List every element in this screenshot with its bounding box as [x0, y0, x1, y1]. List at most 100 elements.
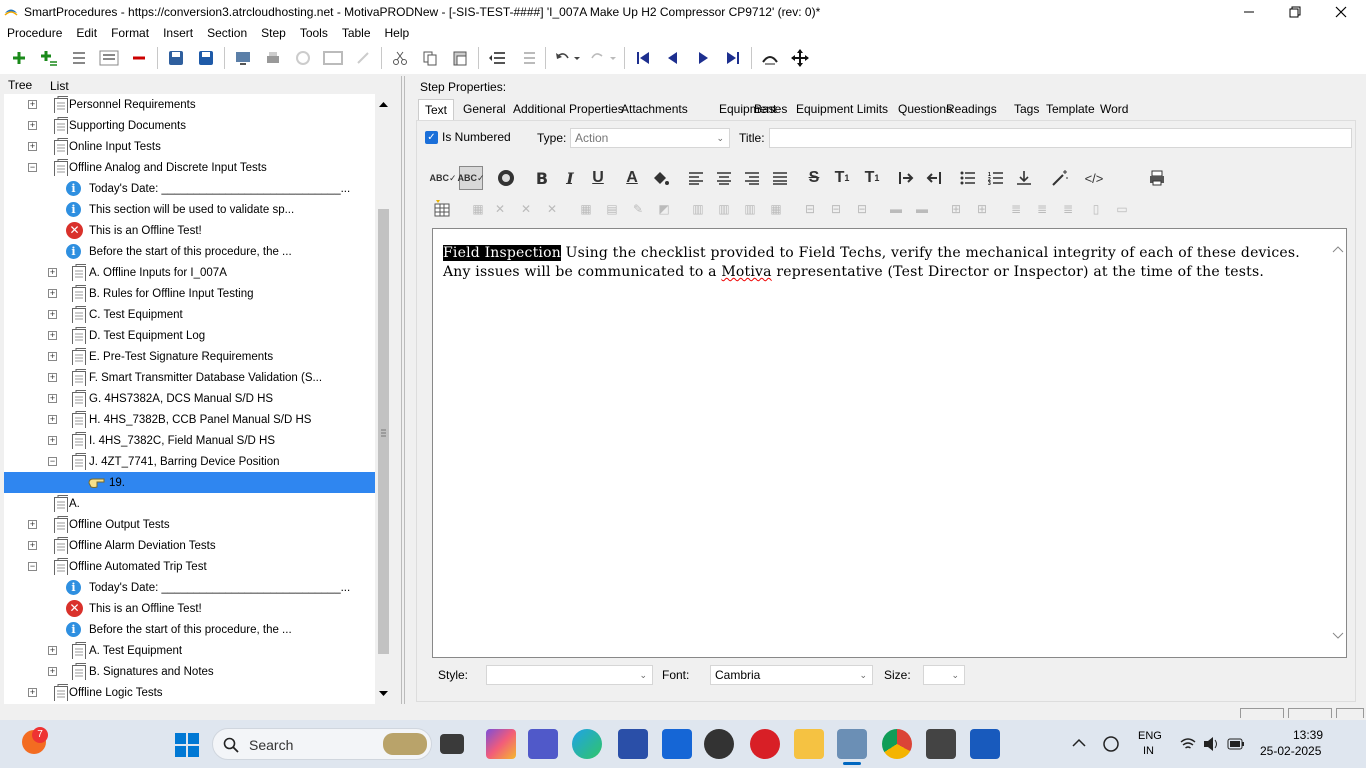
misspelled-word[interactable]: Motiva [721, 264, 771, 280]
expand-icon[interactable]: + [48, 373, 57, 382]
dell-icon[interactable] [704, 729, 734, 759]
outdent-button[interactable] [482, 45, 512, 71]
tab-tree[interactable]: Tree [4, 78, 36, 92]
superscript-icon[interactable]: T1 [830, 166, 854, 190]
opera-icon[interactable] [750, 729, 780, 759]
move-button[interactable] [785, 45, 815, 71]
tree-node[interactable]: + G. 4HS7382A, DCS Manual S/D HS [4, 388, 375, 409]
menu-help[interactable]: Help [378, 26, 417, 40]
tree-node[interactable]: 19. [4, 472, 375, 493]
menu-format[interactable]: Format [104, 26, 156, 40]
tree-node[interactable]: + D. Test Equipment Log [4, 325, 375, 346]
align-center-icon[interactable] [712, 166, 736, 190]
tree-node[interactable]: + E. Pre-Test Signature Requirements [4, 346, 375, 367]
tab-equipment-limits[interactable]: Equipment Limits [790, 99, 894, 120]
tree-node[interactable]: ✕ This is an Offline Test! [4, 220, 375, 241]
expand-icon[interactable]: + [28, 142, 37, 151]
save-button[interactable] [161, 45, 191, 71]
tree-node[interactable]: ✕ This is an Offline Test! [4, 598, 375, 619]
magic-wand-icon[interactable] [1048, 166, 1072, 190]
copy-button[interactable] [415, 45, 445, 71]
windows-start-icon[interactable] [175, 733, 199, 757]
expand-icon[interactable]: + [28, 100, 37, 109]
tree-node[interactable]: + A. Test Equipment [4, 640, 375, 661]
add-child-button[interactable] [34, 45, 64, 71]
word-icon[interactable] [970, 729, 1000, 759]
first-button[interactable] [628, 45, 658, 71]
tree-node[interactable]: i Before the start of this procedure, the… [4, 619, 375, 640]
redo-button[interactable] [585, 45, 621, 71]
align-left-icon[interactable] [684, 166, 708, 190]
menu-insert[interactable]: Insert [156, 26, 200, 40]
expand-icon[interactable]: + [48, 436, 57, 445]
wifi-icon[interactable] [1180, 737, 1196, 751]
redo-tool-button[interactable] [348, 45, 378, 71]
next-button[interactable] [688, 45, 718, 71]
remove-button[interactable] [124, 45, 154, 71]
tab-template[interactable]: Template [1040, 99, 1101, 120]
file-explorer-icon[interactable] [794, 729, 824, 759]
numbered-list-icon[interactable]: 123 [984, 166, 1008, 190]
indent-button[interactable] [512, 45, 542, 71]
justify-icon[interactable] [768, 166, 792, 190]
expand-icon[interactable]: + [48, 667, 57, 676]
tab-additional-properties[interactable]: Additional Properties [507, 99, 630, 120]
chrome-icon[interactable] [882, 729, 912, 759]
last-button[interactable] [718, 45, 748, 71]
menu-step[interactable]: Step [254, 26, 293, 40]
expand-icon[interactable]: + [48, 310, 57, 319]
expand-icon[interactable]: + [48, 268, 57, 277]
align-right-icon[interactable] [740, 166, 764, 190]
tree-node[interactable]: A. [4, 493, 375, 514]
outline-button[interactable] [94, 45, 124, 71]
highlight-color-icon[interactable] [648, 166, 672, 190]
paste-button[interactable] [445, 45, 475, 71]
tree-scrollbar[interactable] [375, 94, 392, 704]
expand-icon[interactable]: + [48, 352, 57, 361]
horizontal-rule-icon[interactable] [1012, 166, 1036, 190]
previous-button[interactable] [658, 45, 688, 71]
tree-node[interactable]: + B. Signatures and Notes [4, 661, 375, 682]
tree-node[interactable]: i Today's Date: _________________________… [4, 178, 375, 199]
tab-text[interactable]: Text [418, 99, 455, 120]
expand-icon[interactable]: + [28, 520, 37, 529]
expand-icon[interactable]: + [48, 394, 57, 403]
save-all-button[interactable] [191, 45, 221, 71]
tree-node[interactable]: + C. Test Equipment [4, 304, 375, 325]
refresh-button[interactable] [288, 45, 318, 71]
tree-node[interactable]: i This section will be used to validate s… [4, 199, 375, 220]
size-select[interactable]: ⌄ [923, 665, 965, 685]
tree-node[interactable]: + Personnel Requirements [4, 94, 375, 115]
tree-node[interactable]: + H. 4HS_7382B, CCB Panel Manual S/D HS [4, 409, 375, 430]
title-input[interactable] [769, 128, 1352, 148]
menu-table[interactable]: Table [335, 26, 378, 40]
tree-node[interactable]: + Supporting Documents [4, 115, 375, 136]
window-button[interactable] [318, 45, 348, 71]
add-button[interactable] [4, 45, 34, 71]
is-numbered-checkbox[interactable]: ✓ [425, 131, 438, 144]
expand-icon[interactable]: + [48, 646, 57, 655]
print-button[interactable] [258, 45, 288, 71]
edge-icon[interactable] [572, 729, 602, 759]
tab-word[interactable]: Word [1094, 99, 1134, 120]
color-wheel-icon[interactable] [494, 166, 518, 190]
input-indicator[interactable]: IN [1143, 745, 1154, 757]
network-monitor-icon[interactable] [1101, 735, 1121, 753]
menu-edit[interactable]: Edit [69, 26, 104, 40]
tree-node[interactable]: i Before the start of this procedure, the… [4, 241, 375, 262]
tab-general[interactable]: General [457, 99, 512, 120]
tree-node[interactable]: − Offline Analog and Discrete Input Tests [4, 157, 375, 178]
collapse-icon[interactable]: − [48, 457, 57, 466]
minimize-button[interactable] [1226, 0, 1272, 24]
expand-icon[interactable]: + [28, 121, 37, 130]
teams-icon[interactable] [528, 729, 558, 759]
menu-procedure[interactable]: Procedure [0, 26, 69, 40]
tree-node[interactable]: + Online Input Tests [4, 136, 375, 157]
expand-icon[interactable]: + [48, 289, 57, 298]
expand-icon[interactable]: + [28, 688, 37, 697]
smartprocedures-taskbar-icon[interactable] [837, 729, 867, 759]
indent-increase-icon[interactable] [894, 166, 918, 190]
bullet-list-icon[interactable] [956, 166, 980, 190]
app-arrow-icon[interactable] [662, 729, 692, 759]
volume-icon[interactable] [1203, 736, 1221, 752]
